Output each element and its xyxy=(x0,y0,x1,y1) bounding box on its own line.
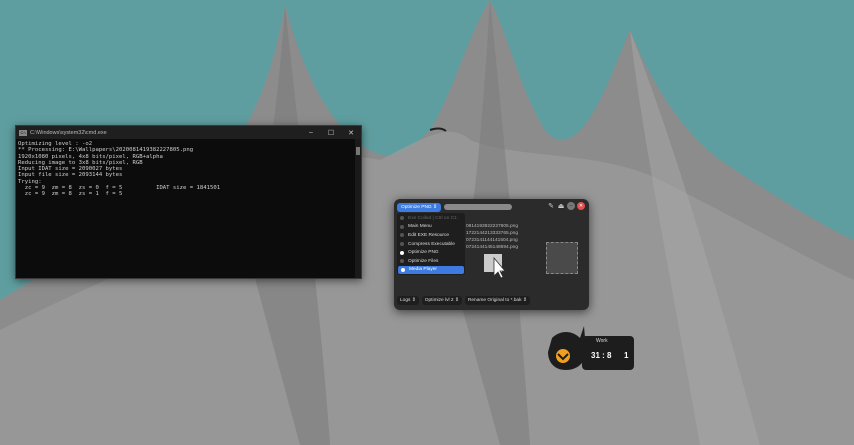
eject-icon[interactable]: ⏏ xyxy=(557,202,565,210)
close-icon[interactable]: ✕ xyxy=(341,129,361,137)
session-count: 1 xyxy=(624,351,629,360)
logs-select[interactable]: Logs ⇕ xyxy=(397,296,419,305)
cmd-title-text: C:\Windows\system32\cmd.exe xyxy=(30,129,107,136)
pin-icon[interactable]: ✎ xyxy=(547,202,555,210)
timer-label: Work xyxy=(596,338,608,344)
cmd-line: zc = 9 zm = 8 zs = 1 f = 5 xyxy=(18,191,123,198)
optimizer-panel[interactable]: Optimize PNG ⇕ ✎ ⏏ – ✕ Exe Coiled | Ctrl… xyxy=(394,199,589,310)
minimize-icon[interactable]: – xyxy=(301,129,321,137)
maximize-icon[interactable]: ☐ xyxy=(321,129,341,137)
cmd-app-icon: C:\ xyxy=(19,129,27,136)
menu-item-compress-executable[interactable]: Compress Executable xyxy=(397,240,465,249)
mode-select[interactable]: Optimize PNG ⇕ xyxy=(397,202,442,212)
list-item: 1722144213333765.png xyxy=(466,231,519,236)
timer-time: 31 : 8 xyxy=(591,351,612,360)
menu-item-media-player[interactable]: Media Player xyxy=(398,265,464,275)
image-thumbnail xyxy=(546,242,578,274)
rename-select[interactable]: Rename Original to *.bak ⇕ xyxy=(464,296,530,305)
cmd-window[interactable]: C:\ C:\Windows\system32\cmd.exe – ☐ ✕ Op… xyxy=(15,125,362,279)
cmd-titlebar[interactable]: C:\ C:\Windows\system32\cmd.exe – ☐ ✕ xyxy=(16,126,361,139)
minimize-icon[interactable]: – xyxy=(567,202,575,210)
list-item: 0814193822227805.png xyxy=(466,224,519,229)
list-item: 0723141144141504.png xyxy=(466,238,518,243)
context-menu: Exe Coiled | Ctrl on C1: Main Menu Edit … xyxy=(397,213,465,276)
drop-cursor-icon xyxy=(484,254,506,278)
menu-item-optimize-png[interactable]: Optimize PNG xyxy=(397,248,465,257)
progress-bar xyxy=(444,204,513,210)
scrollbar-thumb[interactable] xyxy=(356,147,360,155)
cmd-output: Optimizing level : -o2 ** Processing: E:\… xyxy=(16,139,361,200)
menu-item: Exe Coiled | Ctrl on C1: xyxy=(397,214,465,223)
work-timer-widget[interactable]: Work 31 : 8 1 xyxy=(546,320,636,372)
close-icon[interactable]: ✕ xyxy=(577,202,585,210)
menu-item-optimize-files[interactable]: Optimize Files xyxy=(397,257,465,266)
menu-item-edit-exe-resource[interactable]: Edit EXE Resource xyxy=(397,231,465,240)
menu-item-main-menu[interactable]: Main Menu xyxy=(397,223,465,232)
level-select[interactable]: Optimize lvl 2 ⇕ xyxy=(421,296,462,305)
cmd-scrollbar[interactable] xyxy=(355,139,361,278)
